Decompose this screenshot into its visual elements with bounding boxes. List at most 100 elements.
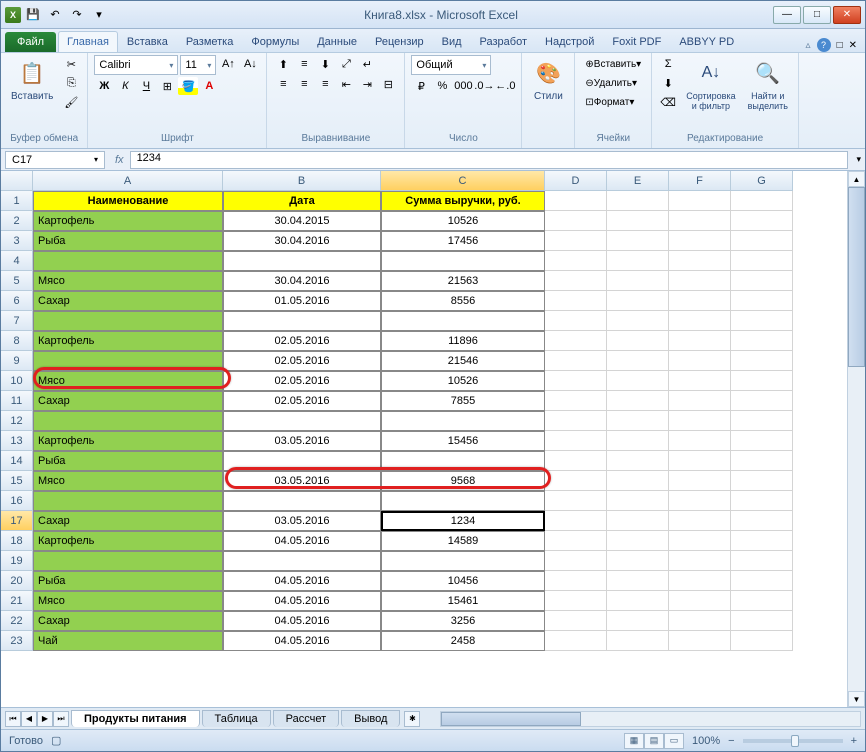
minimize-ribbon-icon[interactable]: ▵ bbox=[806, 40, 811, 51]
zoom-out-button[interactable]: − bbox=[728, 735, 734, 747]
tab-abbyy[interactable]: ABBYY PD bbox=[670, 31, 743, 52]
zoom-thumb[interactable] bbox=[791, 735, 799, 747]
cell[interactable] bbox=[669, 191, 731, 211]
cell[interactable] bbox=[731, 431, 793, 451]
cell[interactable]: 2458 bbox=[381, 631, 545, 651]
cell[interactable]: 03.05.2016 bbox=[223, 431, 381, 451]
cell[interactable] bbox=[607, 611, 669, 631]
cell[interactable]: 30.04.2015 bbox=[223, 211, 381, 231]
cell[interactable] bbox=[545, 591, 607, 611]
spreadsheet-grid[interactable]: ABCDEFG1НаименованиеДатаСумма выручки, р… bbox=[1, 171, 847, 707]
cell[interactable] bbox=[731, 271, 793, 291]
cell[interactable]: Картофель bbox=[33, 211, 223, 231]
decrease-decimal-button[interactable]: ←.0 bbox=[495, 77, 515, 95]
align-bottom-button[interactable]: ⬇ bbox=[315, 55, 335, 73]
merge-button[interactable]: ⊟ bbox=[378, 75, 398, 93]
cell[interactable] bbox=[607, 251, 669, 271]
orientation-button[interactable]: ⤢ bbox=[336, 55, 356, 73]
cell[interactable] bbox=[669, 391, 731, 411]
cell[interactable] bbox=[669, 311, 731, 331]
cell[interactable] bbox=[669, 611, 731, 631]
row-header-11[interactable]: 11 bbox=[1, 391, 33, 411]
cell[interactable]: Чай bbox=[33, 631, 223, 651]
cell[interactable] bbox=[731, 231, 793, 251]
cell[interactable] bbox=[381, 491, 545, 511]
cell[interactable] bbox=[545, 371, 607, 391]
increase-font-button[interactable]: A↑ bbox=[218, 55, 238, 73]
cell[interactable] bbox=[669, 231, 731, 251]
cell[interactable] bbox=[33, 251, 223, 271]
cell[interactable] bbox=[731, 411, 793, 431]
cell[interactable] bbox=[669, 351, 731, 371]
decrease-font-button[interactable]: A↓ bbox=[240, 55, 260, 73]
cell[interactable]: 15456 bbox=[381, 431, 545, 451]
cell[interactable] bbox=[731, 591, 793, 611]
row-header-17[interactable]: 17 bbox=[1, 511, 33, 531]
cell[interactable] bbox=[223, 491, 381, 511]
cell[interactable] bbox=[381, 551, 545, 571]
cell[interactable] bbox=[731, 551, 793, 571]
insert-cells-button[interactable]: ⊕ Вставить ▾ bbox=[581, 55, 645, 73]
macro-record-icon[interactable]: ▢ bbox=[51, 734, 61, 747]
cell[interactable]: 03.05.2016 bbox=[223, 511, 381, 531]
cell[interactable] bbox=[545, 311, 607, 331]
cell[interactable] bbox=[545, 271, 607, 291]
cell[interactable] bbox=[545, 411, 607, 431]
window-restore-icon[interactable]: □ bbox=[837, 40, 843, 51]
row-header-8[interactable]: 8 bbox=[1, 331, 33, 351]
undo-button[interactable]: ↶ bbox=[45, 5, 65, 25]
cell[interactable] bbox=[545, 191, 607, 211]
cell[interactable] bbox=[33, 411, 223, 431]
header-cell[interactable]: Дата bbox=[223, 191, 381, 211]
cell[interactable] bbox=[669, 491, 731, 511]
cell[interactable] bbox=[731, 611, 793, 631]
autosum-button[interactable]: Σ bbox=[658, 55, 678, 73]
minimize-button[interactable]: — bbox=[773, 6, 801, 24]
cell[interactable]: 7855 bbox=[381, 391, 545, 411]
border-button[interactable]: ⊞ bbox=[157, 77, 177, 95]
increase-indent-button[interactable]: ⇥ bbox=[357, 75, 377, 93]
cell[interactable]: 21546 bbox=[381, 351, 545, 371]
view-normal-button[interactable]: ▦ bbox=[624, 733, 644, 749]
cell[interactable]: 30.04.2016 bbox=[223, 231, 381, 251]
cell[interactable]: 15461 bbox=[381, 591, 545, 611]
row-header-6[interactable]: 6 bbox=[1, 291, 33, 311]
col-header-C[interactable]: C bbox=[381, 171, 545, 191]
cell[interactable] bbox=[223, 311, 381, 331]
tab-formulas[interactable]: Формулы bbox=[242, 31, 308, 52]
cell[interactable]: 21563 bbox=[381, 271, 545, 291]
cell[interactable] bbox=[731, 291, 793, 311]
align-top-button[interactable]: ⬆ bbox=[273, 55, 293, 73]
cell[interactable] bbox=[545, 571, 607, 591]
cell[interactable] bbox=[545, 431, 607, 451]
cell[interactable] bbox=[607, 371, 669, 391]
cell[interactable] bbox=[731, 371, 793, 391]
row-header-13[interactable]: 13 bbox=[1, 431, 33, 451]
cell[interactable]: 02.05.2016 bbox=[223, 331, 381, 351]
row-header-18[interactable]: 18 bbox=[1, 531, 33, 551]
cell[interactable]: Сахар bbox=[33, 511, 223, 531]
cell[interactable]: 30.04.2016 bbox=[223, 271, 381, 291]
bold-button[interactable]: Ж bbox=[94, 77, 114, 95]
window-close-icon[interactable]: ✕ bbox=[849, 40, 857, 51]
tab-foxit[interactable]: Foxit PDF bbox=[603, 31, 670, 52]
comma-button[interactable]: 000 bbox=[453, 77, 473, 95]
cell[interactable] bbox=[669, 591, 731, 611]
zoom-level[interactable]: 100% bbox=[692, 735, 720, 747]
cell[interactable] bbox=[381, 451, 545, 471]
increase-decimal-button[interactable]: .0→ bbox=[474, 77, 494, 95]
format-painter-button[interactable]: 🖌 bbox=[61, 93, 81, 111]
row-header-20[interactable]: 20 bbox=[1, 571, 33, 591]
tab-data[interactable]: Данные bbox=[308, 31, 366, 52]
cell[interactable] bbox=[607, 471, 669, 491]
cell[interactable] bbox=[731, 251, 793, 271]
cell[interactable] bbox=[731, 351, 793, 371]
cell[interactable] bbox=[669, 551, 731, 571]
cell[interactable] bbox=[223, 551, 381, 571]
sort-filter-button[interactable]: A↓ Сортировка и фильтр bbox=[682, 55, 739, 113]
cell[interactable] bbox=[607, 411, 669, 431]
cell[interactable] bbox=[669, 211, 731, 231]
cell[interactable]: 03.05.2016 bbox=[223, 471, 381, 491]
cell[interactable] bbox=[731, 331, 793, 351]
cell[interactable]: 17456 bbox=[381, 231, 545, 251]
